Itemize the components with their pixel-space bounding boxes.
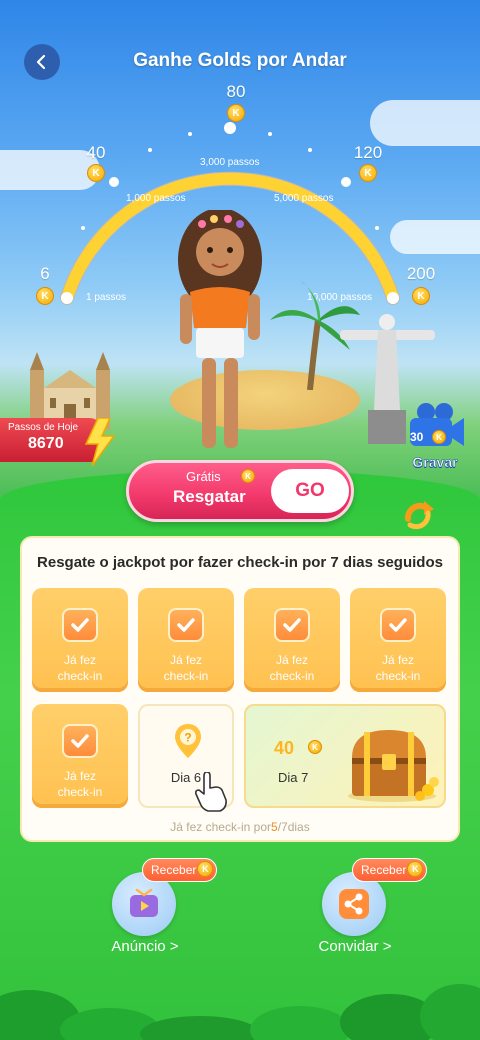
record-label: Gravar	[412, 454, 458, 471]
milestone-reward: 80	[226, 82, 246, 101]
receive-label: Receber	[151, 863, 197, 877]
go-button[interactable]: GO	[271, 469, 349, 513]
checkin-title: Resgate o jackpot por fazer check-in por…	[37, 554, 443, 571]
ad-task-button[interactable]: Anúncio > Receber K	[90, 858, 218, 966]
pointing-hand-icon	[195, 772, 227, 812]
milestone-reward: 40	[86, 143, 106, 162]
claim-free-label: Grátis	[186, 469, 221, 484]
checkin-status: Já fez check-in	[375, 653, 421, 683]
checkin-day-4: Já fez check-in	[350, 588, 446, 692]
video-ad-icon	[130, 888, 158, 917]
coin-icon: K	[197, 861, 214, 877]
checkin-status: Já fez check-in	[57, 769, 103, 799]
coin-icon: K	[308, 740, 322, 754]
record-reward: 30	[410, 430, 424, 444]
checkin-day-2: Já fez check-in	[138, 588, 234, 692]
milestone-reward: 6	[40, 264, 50, 283]
checkin-progress-count: 5	[271, 820, 278, 834]
checkbox-checked-icon	[62, 608, 98, 642]
treasure-chest-icon	[348, 730, 439, 802]
checkin-day-3: Já fez check-in	[244, 588, 340, 692]
coin-icon: K	[87, 164, 105, 182]
checkin-status: Já fez check-in	[163, 653, 209, 683]
coin-icon: K	[241, 469, 255, 483]
coin-icon: K	[407, 861, 424, 877]
receive-badge[interactable]: Receber K	[352, 858, 428, 882]
checkin-day-5: Já fez check-in	[32, 704, 128, 808]
checkbox-checked-icon	[62, 724, 98, 758]
checkin-day-label: Dia 7	[278, 770, 309, 785]
day7-reward: 40	[274, 738, 295, 758]
ad-task-label: Anúncio >	[111, 938, 179, 955]
milestone-dot	[61, 292, 73, 304]
checkin-panel: Resgate o jackpot por fazer check-in por…	[20, 536, 460, 842]
milestone-reward: 120	[353, 143, 383, 162]
coin-icon: K	[36, 287, 54, 305]
checkbox-checked-icon	[168, 608, 204, 642]
claim-button[interactable]: Grátis K Resgatar GO	[126, 460, 354, 522]
milestone-steps: 1 passos	[86, 292, 127, 303]
receive-badge[interactable]: Receber K	[142, 858, 218, 882]
character-illustration	[178, 210, 262, 448]
invite-task-label: Convidar >	[318, 938, 392, 955]
milestone-steps: 5,000 passos	[274, 193, 334, 204]
invite-task-button[interactable]: Convidar > Receber K	[300, 858, 428, 966]
milestone-steps: 1,000 passos	[126, 193, 186, 204]
coin-icon: K	[359, 164, 377, 182]
receive-label: Receber	[361, 863, 407, 877]
milestone-steps: 3,000 passos	[200, 157, 260, 168]
question-pin-icon: ?	[175, 724, 201, 758]
page-title: Ganhe Golds por Andar	[133, 50, 347, 71]
coin-icon: K	[432, 430, 446, 444]
milestone-reward: 200	[406, 264, 436, 283]
svg-text:?: ?	[184, 731, 191, 745]
share-icon	[339, 889, 369, 919]
church-illustration	[30, 352, 110, 430]
lightning-icon	[84, 418, 116, 466]
checkin-progress-prefix: Já fez check-in por	[170, 820, 271, 834]
coin-icon: K	[227, 104, 245, 122]
checkin-status: Já fez check-in	[269, 653, 315, 683]
milestone-dot	[224, 122, 236, 134]
checkin-progress: Já fez check-in por5/7dias	[22, 820, 458, 834]
checkin-status: Já fez check-in	[57, 653, 103, 683]
checkin-progress-suffix: /7dias	[277, 820, 310, 834]
milestone-dot	[341, 177, 351, 187]
milestone-dot	[109, 177, 119, 187]
checkin-day-7[interactable]: 40 K Dia 7	[244, 704, 446, 808]
checkbox-checked-icon	[380, 608, 416, 642]
checkbox-checked-icon	[274, 608, 310, 642]
refresh-icon[interactable]	[400, 497, 436, 533]
checkin-day-1: Já fez check-in	[32, 588, 128, 692]
claim-label: Resgatar	[173, 487, 246, 506]
checkin-day-6[interactable]: ? Dia 6	[138, 704, 234, 812]
foliage-decoration	[0, 984, 480, 1040]
record-button[interactable]: 30 K Gravar	[402, 400, 468, 470]
